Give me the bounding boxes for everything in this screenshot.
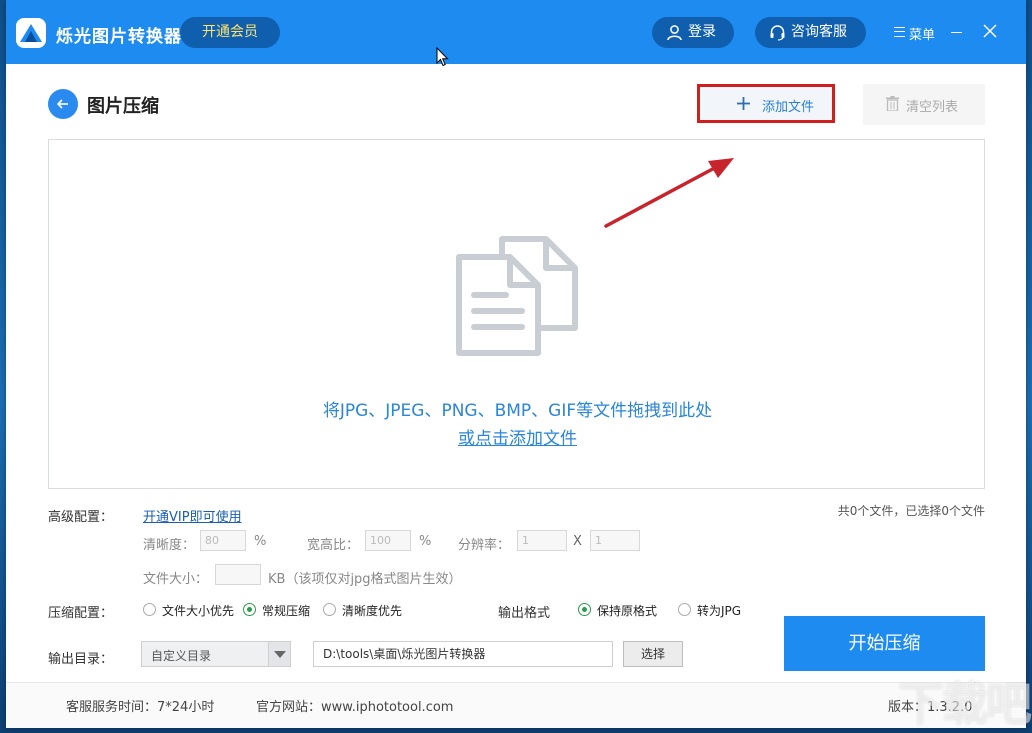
aspect-ratio-label: 宽高比： (307, 538, 360, 553)
clarity-unit: % (254, 534, 267, 549)
service-label: 咨询客服 (791, 24, 847, 40)
file-drop-zone[interactable]: 将JPG、JPEG、PNG、BMP、GIF等文件拖拽到此处 或点击添加文件 (48, 139, 985, 489)
radio-clarity-priority[interactable] (323, 603, 336, 616)
drop-hint-text: 将JPG、JPEG、PNG、BMP、GIF等文件拖拽到此处 (322, 401, 713, 421)
click-add-file-link[interactable]: 或点击添加文件 (458, 429, 577, 449)
page-title: 图片压缩 (87, 96, 159, 117)
hamburger-icon (894, 27, 905, 37)
radio-size-priority-label: 文件大小优先 (162, 604, 235, 618)
documents-icon (456, 236, 578, 356)
output-dir-label: 输出目录： (48, 652, 114, 667)
compression-config-label: 压缩配置： (48, 606, 114, 621)
user-icon (667, 25, 682, 41)
resolution-height-input[interactable]: 1 (590, 530, 640, 551)
file-count-text: 共0个文件，已选择0个文件 (837, 504, 985, 518)
customer-service-button[interactable]: 咨询客服 (755, 17, 866, 48)
radio-to-jpg[interactable] (678, 603, 691, 616)
aspect-ratio-unit: % (419, 534, 432, 549)
resolution-x: X (573, 534, 582, 549)
app-window: 烁光图片转换器 开通会员 登录 咨询客服 菜单 图片压缩 添加文件 清空列表 将… (6, 0, 1026, 728)
app-title: 烁光图片转换器 (56, 27, 182, 47)
aspect-ratio-input[interactable]: 100 (365, 530, 411, 551)
menu-label: 菜单 (909, 28, 936, 43)
file-size-unit-note: KB（该项仅对jpg格式图片生效） (268, 572, 462, 587)
clarity-input[interactable]: 80 (200, 530, 246, 551)
drop-link-row: 或点击添加文件 (49, 424, 986, 449)
footer: 客服服务时间：7*24小时 官方网站：www.iphototool.com 版本… (6, 682, 1026, 728)
close-icon[interactable] (983, 24, 997, 38)
advanced-config-label: 高级配置： (48, 510, 114, 525)
watermark-text: 下载吧 (898, 677, 1032, 731)
radio-keep-format-label: 保持原格式 (597, 604, 658, 618)
file-size-label: 文件大小： (143, 572, 209, 587)
clear-list-button[interactable]: 清空列表 (863, 84, 985, 125)
resolution-label: 分辨率： (458, 538, 511, 553)
chevron-down-icon (268, 642, 290, 666)
file-size-input[interactable] (215, 564, 261, 585)
radio-size-priority[interactable] (143, 603, 156, 616)
minimize-icon[interactable] (951, 32, 962, 33)
radio-normal-compress[interactable] (243, 603, 256, 616)
back-button[interactable] (48, 89, 78, 119)
arrow-left-icon (56, 99, 68, 109)
output-dir-select[interactable]: 自定义目录 (141, 641, 291, 667)
clear-list-label: 清空列表 (906, 100, 959, 115)
annotation-arrow-icon (604, 158, 734, 228)
add-file-label: 添加文件 (762, 100, 815, 115)
vip-unlock-link[interactable]: 开通VIP即可使用 (143, 506, 242, 525)
vip-button[interactable]: 开通会员 (180, 17, 280, 48)
output-dir-select-value: 自定义目录 (151, 649, 212, 663)
clarity-label: 清晰度： (143, 538, 196, 553)
headset-icon (770, 25, 785, 41)
radio-keep-format[interactable] (578, 603, 591, 616)
service-time-text: 客服服务时间：7*24小时 (66, 700, 215, 715)
output-path-input[interactable]: D:\tools\桌面\烁光图片转换器 (313, 641, 613, 667)
login-button[interactable]: 登录 (652, 17, 734, 48)
resolution-width-input[interactable]: 1 (517, 530, 567, 551)
radio-normal-compress-label: 常规压缩 (262, 604, 311, 618)
login-label: 登录 (688, 24, 716, 40)
trash-icon (886, 96, 899, 111)
app-logo-icon (16, 18, 46, 48)
title-bar: 烁光图片转换器 开通会员 登录 咨询客服 菜单 (6, 0, 1026, 64)
start-compress-button[interactable]: 开始压缩 (784, 616, 985, 671)
choose-dir-button[interactable]: 选择 (623, 641, 683, 667)
website-text: 官方网站：www.iphototool.com (256, 700, 454, 715)
output-format-label: 输出格式 (498, 606, 551, 621)
plus-icon (737, 97, 750, 110)
radio-to-jpg-label: 转为JPG (697, 604, 742, 618)
add-file-button[interactable]: 添加文件 (697, 84, 835, 123)
radio-clarity-priority-label: 清晰度优先 (342, 604, 403, 618)
mouse-cursor-icon (436, 47, 449, 67)
